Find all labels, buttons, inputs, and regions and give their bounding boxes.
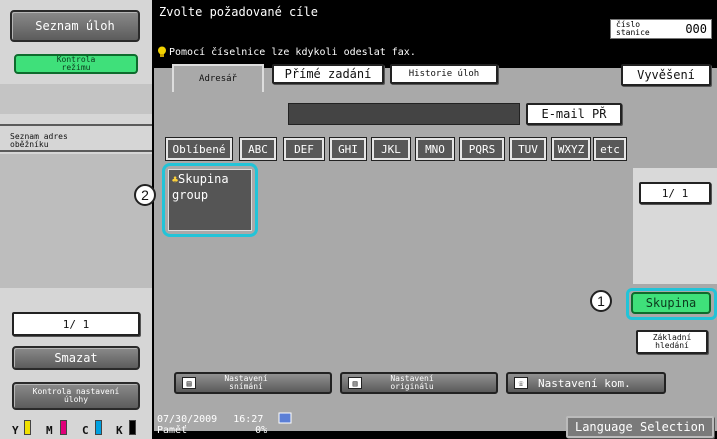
index-tab-abc[interactable]: ABC	[239, 137, 277, 161]
index-tab-etc[interactable]: etc	[593, 137, 627, 161]
broadcast-list-label: Seznam adres oběžníku	[10, 132, 68, 149]
entry-group-label-1: Skupina	[178, 172, 229, 186]
delete-button[interactable]: Smazat	[12, 346, 140, 370]
index-tab-jkl[interactable]: JKL	[371, 137, 411, 161]
communication-settings-button[interactable]: ☏ Nastavení kom.	[506, 372, 666, 394]
scan-icon: ▤	[182, 377, 196, 389]
scan-settings-button[interactable]: ▤ Nastavení snímání	[174, 372, 332, 394]
index-tab-tuv[interactable]: TUV	[509, 137, 547, 161]
index-tab-ghi[interactable]: GHI	[329, 137, 367, 161]
tab-direct-input[interactable]: Přímé zadání	[272, 64, 384, 84]
language-selection-button[interactable]: Language Selection	[566, 416, 714, 438]
left-strip-top	[0, 84, 152, 114]
email-button[interactable]: E-mail PŘ	[526, 103, 622, 125]
check-job-settings-label: Kontrola nastavení úlohy	[32, 387, 120, 404]
original-settings-button[interactable]: ▥ Nastavení originálu	[340, 372, 498, 394]
status-time: 16:27	[233, 414, 264, 425]
lightbulb-icon	[158, 46, 166, 57]
basic-search-label: Základní hledání	[652, 333, 692, 350]
toner-k-label: K	[116, 424, 123, 437]
station-value: 000	[685, 22, 707, 36]
basic-search-button[interactable]: Základní hledání	[636, 330, 708, 354]
entry-group-label-2: group	[172, 188, 209, 202]
memory-value: 0%	[255, 425, 268, 436]
check-job-settings-button[interactable]: Kontrola nastavení úlohy	[12, 382, 140, 410]
status-bar: 07/30/2009 16:27 Paměť 0%	[157, 414, 267, 436]
list-page-panel: 1/ 1	[633, 168, 717, 284]
check-mode-label: Kontrola režimu	[56, 55, 96, 72]
station-label: číslo stanice	[616, 20, 650, 37]
hint-text: Pomocí číselnice lze kdykoli odeslat fax…	[169, 46, 416, 58]
list-page-counter: 1/ 1	[639, 182, 711, 204]
station-box: číslo stanice 000	[610, 19, 712, 39]
toner-y-label: Y	[12, 424, 19, 437]
post-button[interactable]: Vyvěšení	[621, 64, 711, 86]
entry-group[interactable]: ♣Skupina group	[162, 163, 258, 237]
tab-job-history[interactable]: Historie úloh	[390, 64, 498, 84]
tab-address-book[interactable]: Adresář	[172, 64, 264, 92]
index-tab-favorites[interactable]: Oblíbené	[165, 137, 233, 161]
hint-row: Pomocí číselnice lze kdykoli odeslat fax…	[157, 46, 416, 58]
index-tab-def[interactable]: DEF	[283, 137, 325, 161]
left-divider-2	[0, 150, 152, 152]
toner-c-bar	[95, 420, 102, 435]
group-button[interactable]: Skupina	[631, 292, 711, 314]
index-tab-pqrs[interactable]: PQRS	[459, 137, 505, 161]
scan-settings-label: Nastavení snímání	[224, 374, 268, 391]
status-date: 07/30/2009	[157, 414, 218, 425]
toner-y-bar	[24, 420, 31, 435]
page-title: Zvolte požadované cíle	[159, 5, 318, 19]
broadcast-list-area	[0, 154, 152, 288]
left-divider-1	[0, 124, 152, 126]
index-tab-mno[interactable]: MNO	[415, 137, 455, 161]
toner-k-bar	[129, 420, 136, 435]
page-counter: 1/ 1	[12, 312, 140, 336]
communication-icon: ☏	[514, 377, 528, 389]
left-panel: Seznam úloh Kontrola režimu Seznam adres…	[0, 0, 152, 439]
callout-2: 2	[134, 184, 156, 206]
memory-label: Paměť	[157, 425, 188, 436]
check-mode-button[interactable]: Kontrola režimu	[14, 54, 138, 74]
index-tab-wxyz[interactable]: WXYZ	[551, 137, 591, 161]
callout-1: 1	[590, 290, 612, 312]
communication-settings-label: Nastavení kom.	[538, 376, 631, 390]
toner-m-label: M	[46, 424, 53, 437]
toner-c-label: C	[82, 424, 89, 437]
job-list-button[interactable]: Seznam úloh	[10, 10, 140, 42]
original-settings-label: Nastavení originálu	[390, 374, 434, 391]
original-icon: ▥	[348, 377, 362, 389]
network-icon	[278, 412, 292, 424]
toner-m-bar	[60, 420, 67, 435]
search-input[interactable]	[288, 103, 520, 125]
